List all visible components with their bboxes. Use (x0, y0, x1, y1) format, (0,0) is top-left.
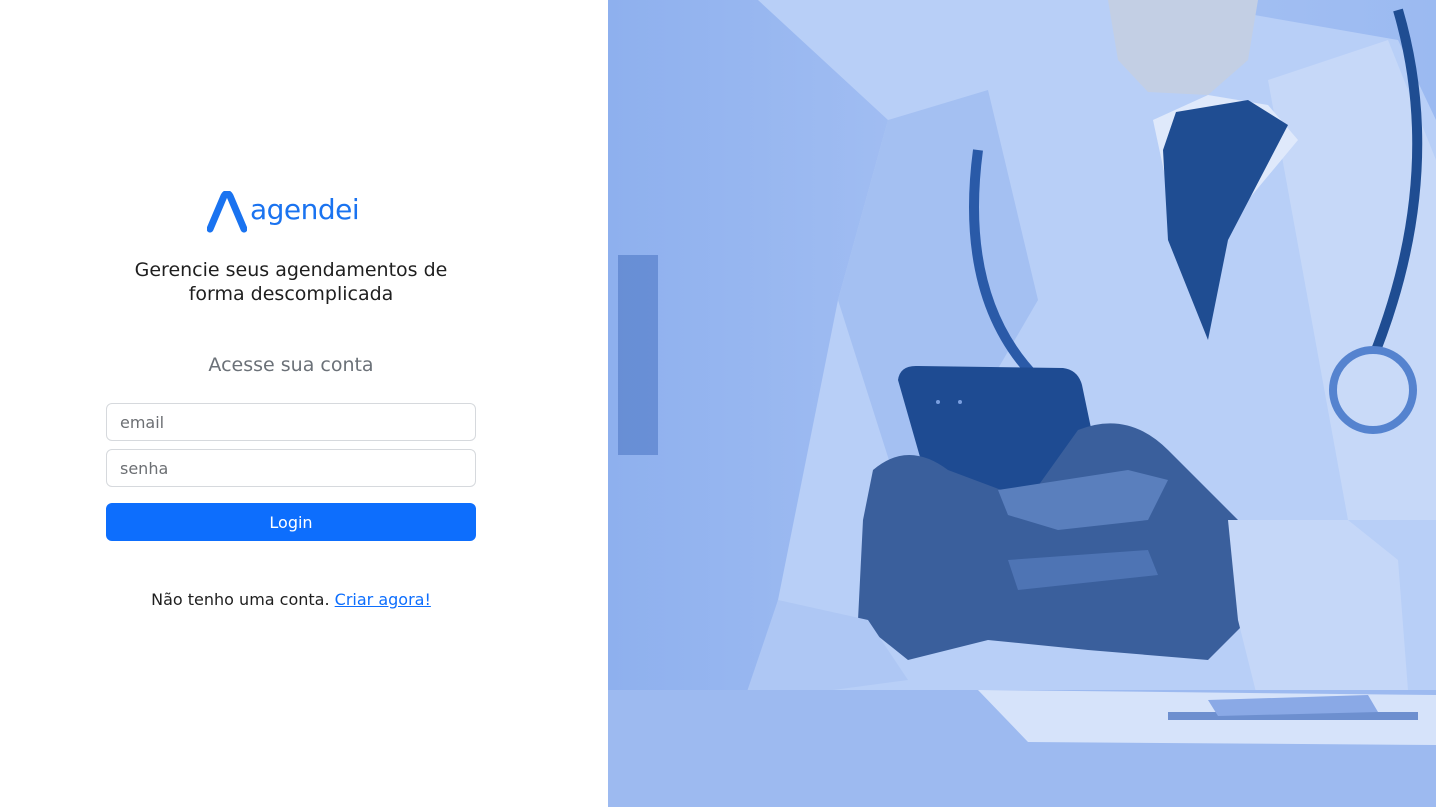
login-button[interactable]: Login (106, 503, 476, 541)
signup-text: Não tenho uma conta. (151, 590, 330, 609)
login-page: agendei Gerencie seus agendamentos de fo… (0, 0, 1436, 807)
signup-prompt: Não tenho uma conta. Criar agora! (0, 590, 582, 609)
email-input[interactable] (106, 403, 476, 441)
login-panel: agendei Gerencie seus agendamentos de fo… (0, 0, 608, 807)
tagline-line-1: Gerencie seus agendamentos de (134, 259, 448, 281)
tagline: Gerencie seus agendamentos de forma desc… (0, 258, 582, 306)
tagline-line-2: forma descomplicada (188, 283, 394, 305)
brand-mark-icon (207, 191, 247, 233)
form-heading: Acesse sua conta (208, 354, 374, 376)
create-account-link[interactable]: Criar agora! (335, 590, 431, 609)
brand-name: agendei (250, 192, 360, 226)
doctor-photo (608, 0, 1436, 807)
password-input[interactable] (106, 449, 476, 487)
brand-logo: agendei (207, 190, 360, 234)
hero-image (608, 0, 1436, 807)
